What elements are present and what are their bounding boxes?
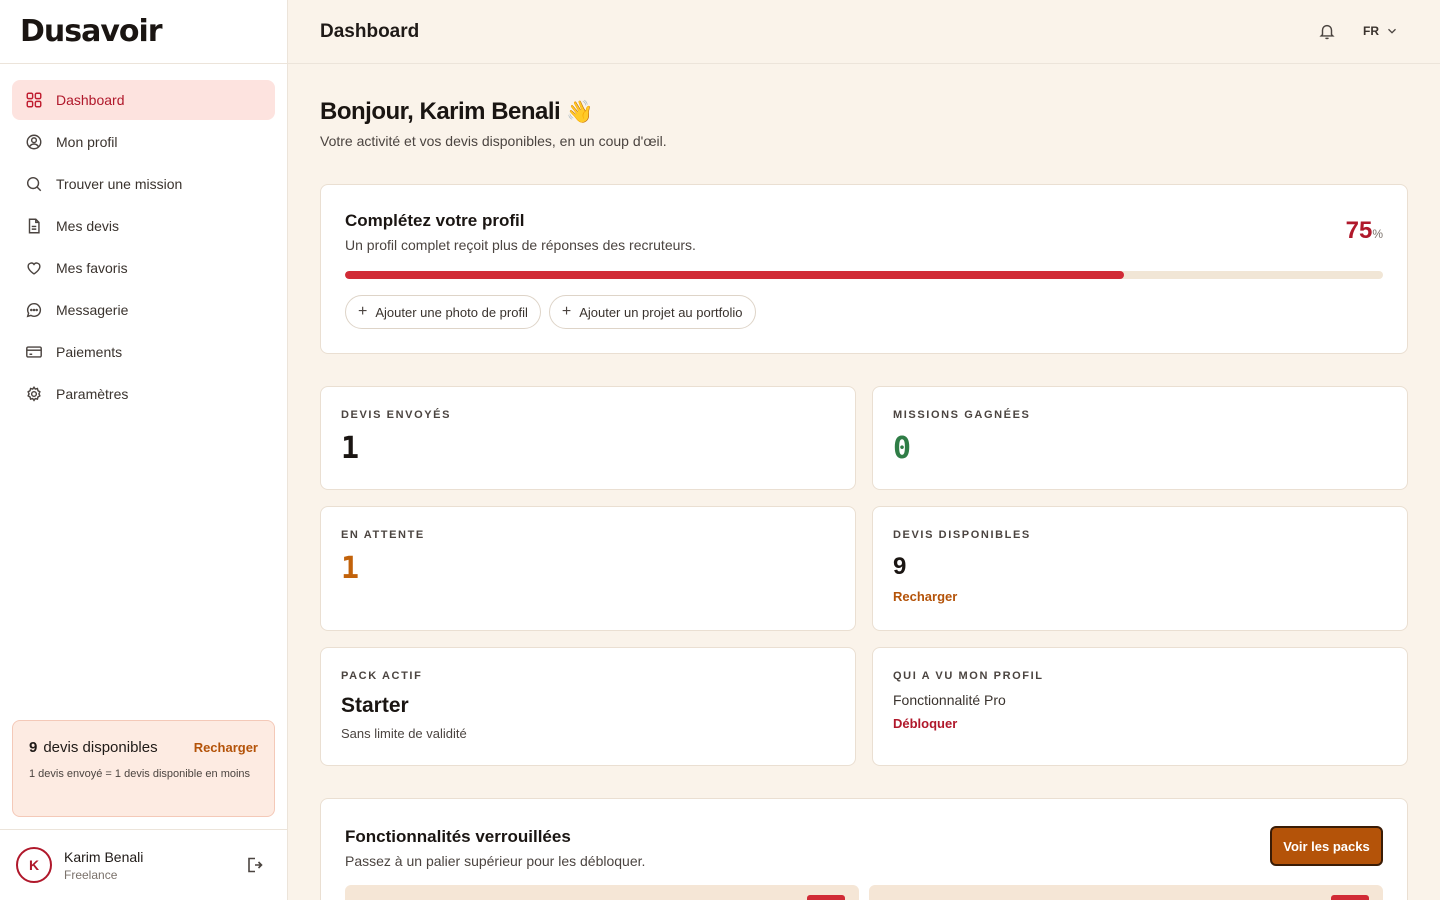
user-name: Karim Benali — [64, 848, 144, 865]
greeting: Bonjour, Karim Benali 👋 — [320, 98, 594, 126]
stat-pending: En attente 1 — [320, 506, 856, 631]
sidebar-nav: Dashboard Mon profil Trouver une mission… — [0, 64, 287, 432]
sidebar-item-label: Mes devis — [56, 218, 120, 234]
sidebar-item-dashboard[interactable]: Dashboard — [12, 80, 275, 120]
avatar[interactable]: K — [16, 847, 52, 883]
add-photo-label: Ajouter une photo de profil — [375, 304, 528, 320]
sidebar-item-favorites[interactable]: Mes favoris — [12, 248, 275, 288]
sidebar-item-settings[interactable]: Paramètres — [12, 374, 275, 414]
stat-label: En attente — [341, 529, 425, 541]
sidebar-item-find-mission[interactable]: Trouver une mission — [12, 164, 275, 204]
stat-label: Missions gagnées — [893, 409, 1031, 421]
bell-icon[interactable] — [1318, 22, 1338, 42]
search-icon — [24, 174, 44, 194]
brand-logo[interactable]: Dusavoir — [20, 14, 163, 49]
logo-area: Dusavoir — [0, 0, 287, 64]
heart-icon — [24, 258, 44, 278]
profile-percent-unit: % — [1372, 227, 1383, 241]
credits-note: 1 devis envoyé = 1 devis disponible en m… — [29, 768, 251, 780]
stat-active-pack: Pack actif Starter Sans limite de validi… — [320, 647, 856, 766]
credits-label: devis disponibles — [43, 739, 158, 756]
profile-percent-value: 75 — [1345, 217, 1373, 244]
chat-icon — [24, 300, 44, 320]
locked-features-card: Fonctionnalités verrouillées Passez à un… — [320, 798, 1408, 900]
stat-label: Pack actif — [341, 670, 423, 682]
page-title: Dashboard — [320, 20, 420, 42]
locked-badge — [807, 895, 845, 900]
locked-subtitle: Passez à un palier supérieur pour les dé… — [345, 853, 646, 869]
grid-icon — [24, 90, 44, 110]
profile-progress-bar — [345, 271, 1383, 279]
stat-profile-views: Qui a vu mon profil Fonctionnalité Pro D… — [872, 647, 1408, 766]
stat-label: Qui a vu mon profil — [893, 670, 1044, 682]
logout-icon[interactable] — [244, 855, 264, 875]
sidebar-item-label: Dashboard — [56, 92, 125, 108]
credits-panel: 9 devis disponibles Recharger 1 devis env… — [12, 720, 275, 817]
stat-quotes-available: Devis disponibles 9 Recharger — [872, 506, 1408, 631]
add-photo-button[interactable]: + Ajouter une photo de profil — [345, 295, 541, 329]
stat-missions-won: Missions gagnées 0 — [872, 386, 1408, 490]
document-icon — [24, 216, 44, 236]
sidebar-item-messages[interactable]: Messagerie — [12, 290, 275, 330]
pro-feature-note: Fonctionnalité Pro — [893, 692, 1006, 708]
sidebar-item-quotes[interactable]: Mes devis — [12, 206, 275, 246]
recharge-link[interactable]: Recharger — [194, 740, 258, 755]
top-header: Dashboard FR — [288, 0, 1440, 64]
user-role: Freelance — [64, 867, 118, 882]
view-packs-button[interactable]: Voir les packs — [1270, 826, 1383, 866]
greeting-text: Bonjour, Karim Benali — [320, 98, 561, 125]
profile-card-title: Complétez votre profil — [345, 211, 525, 230]
sidebar: Dusavoir Dashboard Mon profil Trouver un… — [0, 0, 288, 900]
profile-completion-card: Complétez votre profil Un profil complet… — [320, 184, 1408, 354]
language-selector[interactable]: FR — [1363, 24, 1399, 38]
stat-label: Devis envoyés — [341, 409, 452, 421]
stat-value: 0 — [893, 431, 912, 466]
user-bar: K Karim Benali Freelance — [0, 829, 288, 900]
chevron-down-icon — [1388, 28, 1396, 34]
plus-icon: + — [561, 303, 572, 320]
locked-title: Fonctionnalités verrouillées — [345, 827, 571, 846]
stat-value: 1 — [341, 431, 360, 466]
add-portfolio-label: Ajouter un projet au portfolio — [579, 304, 743, 320]
sidebar-item-label: Mes favoris — [56, 260, 128, 276]
pack-validity: Sans limite de validité — [341, 726, 467, 741]
stat-value: Starter — [341, 694, 409, 717]
gear-icon — [24, 384, 44, 404]
credits-count: 9 — [29, 739, 38, 756]
wave-emoji-icon: 👋 — [566, 99, 594, 124]
sidebar-item-label: Paiements — [56, 344, 123, 360]
locked-feature-tile[interactable] — [869, 885, 1383, 900]
stat-value: 9 — [893, 553, 907, 580]
greeting-subtitle: Votre activité et vos devis disponibles,… — [320, 133, 667, 149]
profile-progress-fill — [345, 271, 1124, 279]
sidebar-item-label: Paramètres — [56, 386, 129, 402]
stat-label: Devis disponibles — [893, 529, 1031, 541]
locked-badge — [1331, 895, 1369, 900]
profile-card-subtitle: Un profil complet reçoit plus de réponse… — [345, 237, 696, 253]
recharge-link[interactable]: Recharger — [893, 589, 1387, 604]
plus-icon: + — [358, 303, 368, 320]
credit-card-icon — [24, 342, 44, 362]
language-label: FR — [1363, 24, 1379, 38]
sidebar-item-label: Trouver une mission — [56, 176, 183, 192]
add-portfolio-button[interactable]: + Ajouter un projet au portfolio — [548, 295, 756, 329]
user-circle-icon — [24, 132, 44, 152]
sidebar-item-profile[interactable]: Mon profil — [12, 122, 275, 162]
locked-feature-tile[interactable] — [345, 885, 859, 900]
unlock-link[interactable]: Débloquer — [893, 716, 1387, 731]
sidebar-item-label: Messagerie — [56, 302, 129, 318]
stat-quotes-sent: Devis envoyés 1 — [320, 386, 856, 490]
sidebar-item-payments[interactable]: Paiements — [12, 332, 275, 372]
stat-value: 1 — [341, 551, 360, 586]
profile-percent: 75% — [1346, 217, 1383, 245]
sidebar-item-label: Mon profil — [56, 134, 118, 150]
